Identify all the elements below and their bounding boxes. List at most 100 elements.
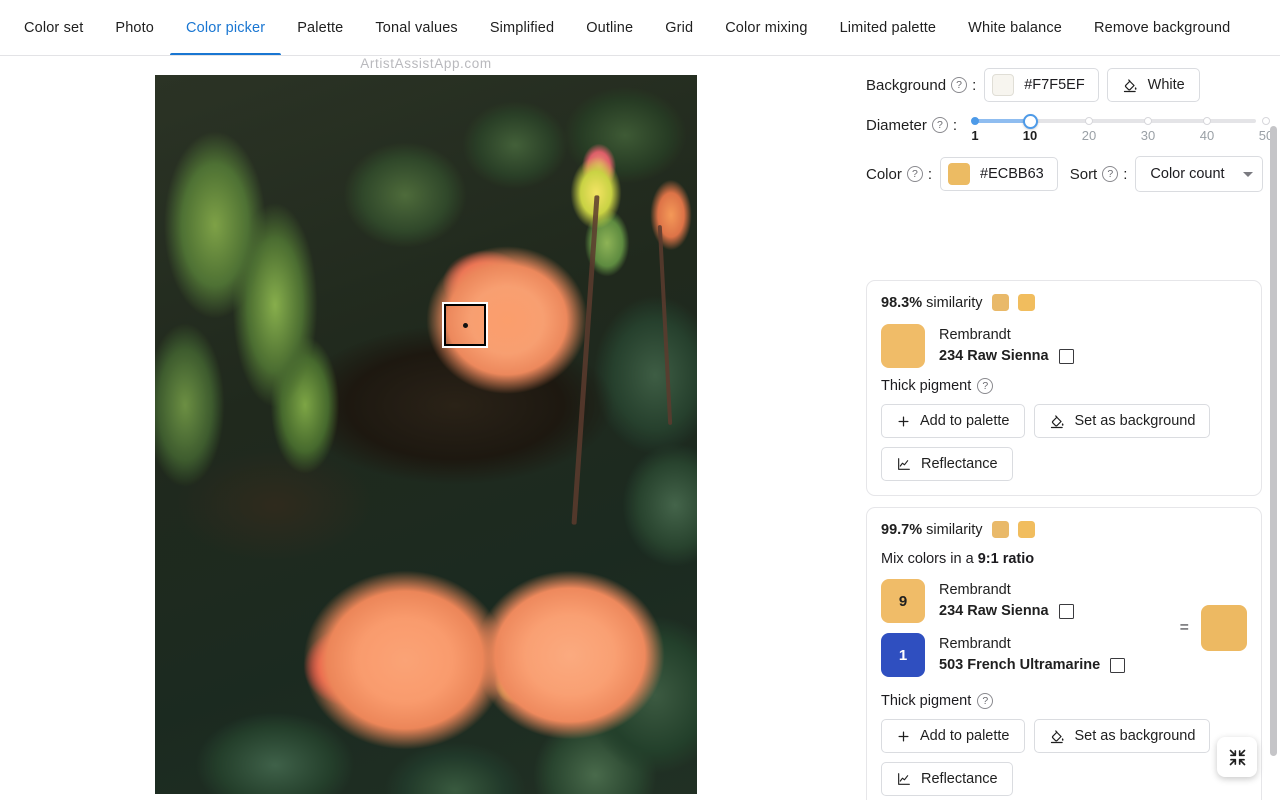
line-chart-icon [896,456,912,472]
slider-mark-1[interactable] [971,117,980,125]
reflectance-label: Reflectance [921,456,998,472]
card-actions-secondary: Reflectance [881,447,1247,481]
similarity-suffix: similarity [922,294,983,311]
background-label-text: Background [866,76,947,94]
main-content: ArtistAssistApp.com Background ? : #F7F5… [0,56,1280,800]
white-label: White [1147,77,1185,93]
thick-pigment-row: Thick pigment ? [881,693,1247,709]
diameter-slider[interactable]: 1 10 20 30 40 50 [967,108,1273,143]
reflectance-button[interactable]: Reflectance [881,762,1013,796]
background-color-value: #F7F5EF [1024,77,1085,93]
reflectance-label: Reflectance [921,771,998,787]
tab-grid[interactable]: Grid [649,0,709,55]
pigment-row: 9 Rembrandt 234 Raw Sienna [881,579,1176,623]
tab-limited-palette[interactable]: Limited palette [824,0,953,55]
sort-help-icon[interactable]: ? [1102,166,1119,182]
plus-icon [896,414,911,429]
tab-color-mixing[interactable]: Color mixing [709,0,823,55]
mix-ratio-text: Mix colors in a 9:1 ratio [881,551,1247,567]
colon: : [972,76,977,94]
card-actions: Add to palette Set as background [881,719,1247,753]
set-as-background-button[interactable]: Set as background [1033,404,1211,438]
chevron-down-icon [1243,171,1254,177]
set-as-background-label: Set as background [1074,728,1196,744]
tab-color-set[interactable]: Color set [8,0,99,55]
diameter-label-text: Diameter [866,116,927,134]
mix-suffix: ratio [998,551,1035,567]
sort-label: Sort ? : [1070,166,1128,183]
slider-label-10: 10 [1022,128,1038,143]
paint-bucket-icon [1122,77,1139,94]
match-color-chip [1017,521,1035,538]
mix-result-swatch [1201,605,1247,651]
tab-remove-background[interactable]: Remove background [1078,0,1246,55]
diameter-help-icon[interactable]: ? [931,117,948,133]
similarity-suffix: similarity [922,521,983,538]
color-picker-crosshair[interactable] [442,302,488,348]
reflectance-button[interactable]: Reflectance [881,447,1013,481]
similarity-value: 98.3% [881,294,923,311]
exit-fullscreen-button[interactable] [1217,737,1257,777]
sort-select[interactable]: Color count [1135,156,1264,192]
pigment-checkbox[interactable] [1058,348,1074,364]
tab-label: Grid [665,19,694,36]
picked-color-value: #ECBB63 [980,166,1044,182]
pigment-checkbox[interactable] [1058,603,1074,619]
slider-label-1: 1 [971,128,979,143]
tab-tonal-values[interactable]: Tonal values [359,0,473,55]
add-to-palette-button[interactable]: Add to palette [881,404,1025,438]
match-color-chip [1017,294,1035,311]
add-to-palette-button[interactable]: Add to palette [881,719,1025,753]
pigment-swatch [881,324,925,368]
mix-prefix: Mix colors in a [881,551,978,567]
pigment-parts: 9 [898,592,908,610]
colon: : [1123,165,1128,183]
results-scrollbar-thumb[interactable] [1270,126,1277,756]
tab-photo[interactable]: Photo [99,0,170,55]
results-list[interactable]: 98.3% similarity Rembrandt 234 Raw Sienn… [866,280,1262,800]
pigment-name-line: 234 Raw Sienna [939,602,1074,622]
thick-pigment-row: Thick pigment ? [881,378,1247,394]
pigment-checkbox[interactable] [1110,657,1126,673]
similarity-row: 99.7% similarity [881,521,1247,538]
slider-mark-20[interactable] [1085,117,1094,125]
tab-label: Simplified [489,19,555,36]
similarity-value: 99.7% [881,521,923,538]
background-row: Background ? : #F7F5EF White [860,68,1264,102]
target-color-chip [991,294,1009,311]
slider-mark-30[interactable] [1144,117,1153,125]
tab-color-picker[interactable]: Color picker [170,0,282,55]
color-help-icon[interactable]: ? [906,166,923,182]
tab-label: Color picker [186,19,266,36]
slider-label-40: 40 [1199,128,1215,143]
photo-canvas[interactable] [155,75,697,794]
tab-label: Color set [24,19,84,36]
background-help-icon[interactable]: ? [951,77,968,93]
thick-pigment-help-icon[interactable]: ? [977,378,994,394]
thick-pigment-help-icon[interactable]: ? [977,693,994,709]
tab-white-balance[interactable]: White balance [952,0,1078,55]
card-actions-secondary: Reflectance [881,762,1247,796]
background-color-swatch [992,74,1015,96]
tab-label: Remove background [1093,19,1231,36]
colon: : [952,116,958,134]
tab-simplified[interactable]: Simplified [474,0,570,55]
background-color-field[interactable]: #F7F5EF [984,68,1099,102]
results-scrollbar-track[interactable] [1269,116,1278,800]
set-white-background-button[interactable]: White [1106,68,1200,102]
slider-thumb[interactable] [1022,113,1038,129]
thick-pigment-label: Thick pigment [881,693,972,709]
slider-fill [975,119,1031,123]
slider-mark-40[interactable] [1203,117,1212,125]
pigment-row: Rembrandt 234 Raw Sienna [881,324,1247,368]
pigment-row: 1 Rembrandt 503 French Ultramarine [881,633,1176,677]
tab-outline[interactable]: Outline [570,0,649,55]
pigment-name-line: 234 Raw Sienna [939,347,1074,367]
picked-color-field[interactable]: #ECBB63 [940,157,1058,191]
tab-palette[interactable]: Palette [281,0,359,55]
set-as-background-button[interactable]: Set as background [1033,719,1211,753]
card-actions: Add to palette Set as background [881,404,1247,438]
target-color-chip [991,521,1009,538]
result-card: 99.7% similarity Mix colors in a 9:1 rat… [866,507,1262,800]
tab-label: Outline [586,19,634,36]
